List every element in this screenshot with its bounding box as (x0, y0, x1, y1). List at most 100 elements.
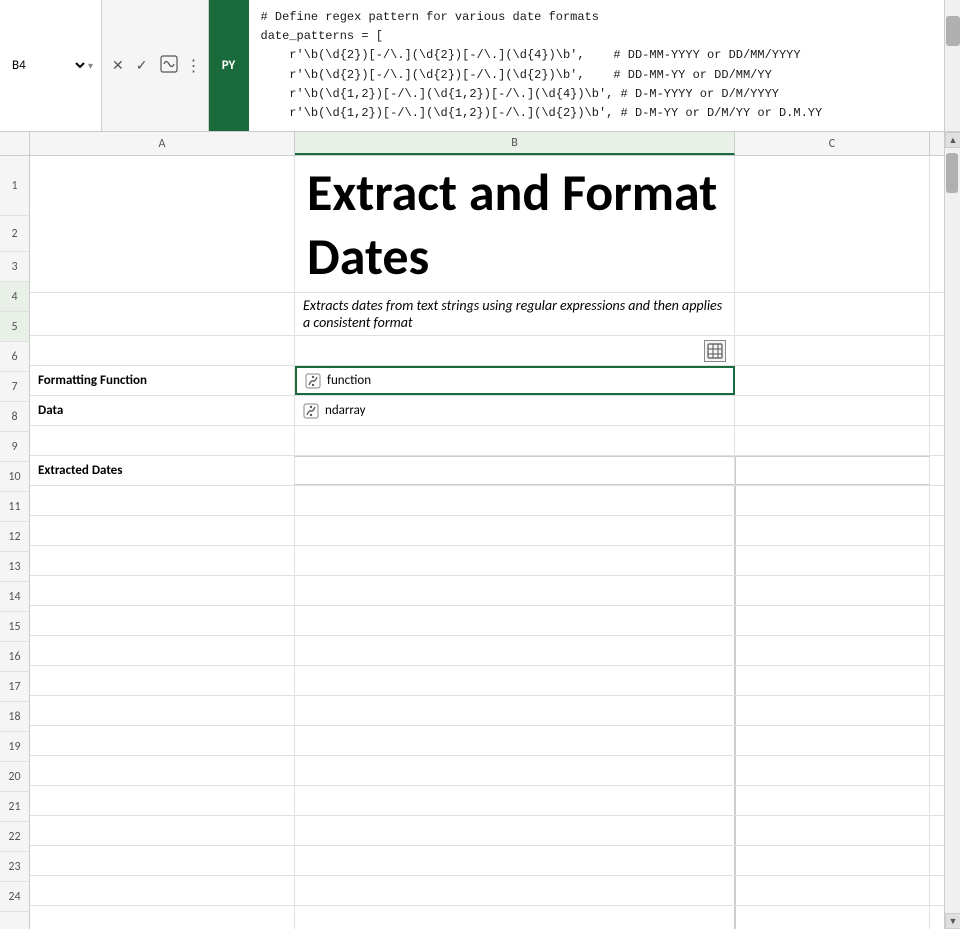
grid-row-3 (30, 336, 944, 366)
cell-c8[interactable] (735, 486, 930, 515)
cell-c11[interactable] (735, 576, 930, 605)
grid-row-4: Formatting Function function (30, 366, 944, 396)
cell-a16[interactable] (30, 726, 295, 755)
cell-c20[interactable] (735, 846, 930, 875)
cell-a13[interactable] (30, 636, 295, 665)
cell-b5[interactable]: ndarray (295, 396, 735, 425)
grid-row-9 (30, 516, 944, 546)
grid-row-22 (30, 906, 944, 929)
cell-a11[interactable] (30, 576, 295, 605)
cell-c6[interactable] (735, 426, 930, 455)
cell-b16[interactable] (295, 726, 735, 755)
helper-icon-button[interactable] (704, 340, 726, 362)
cell-b10[interactable] (295, 546, 735, 575)
cell-a12[interactable] (30, 606, 295, 635)
cell-a9[interactable] (30, 516, 295, 545)
cell-b21[interactable] (295, 876, 735, 905)
cell-a19[interactable] (30, 816, 295, 845)
cell-a20[interactable] (30, 846, 295, 875)
cell-c17[interactable] (735, 756, 930, 785)
cell-a5[interactable]: Data (30, 396, 295, 425)
cell-b13[interactable] (295, 636, 735, 665)
grid-rows: Extract and Format DatesExtracts dates f… (30, 156, 944, 929)
row-num-20: 20 (0, 762, 29, 792)
cell-b7[interactable] (295, 456, 735, 485)
row-num-18: 18 (0, 702, 29, 732)
cell-c14[interactable] (735, 666, 930, 695)
cell-c18[interactable] (735, 786, 930, 815)
cell-c5[interactable] (735, 396, 930, 425)
cell-b22[interactable] (295, 906, 735, 929)
chevron-down-icon: ▾ (88, 59, 93, 72)
cell-a2[interactable] (30, 293, 295, 335)
cell-b18[interactable] (295, 786, 735, 815)
cell-c10[interactable] (735, 546, 930, 575)
app-container: B4 ▾ ✕ ✓ ⋮ PY # Define regex pattern for… (0, 0, 960, 929)
row-num-21: 21 (0, 792, 29, 822)
cell-b14[interactable] (295, 666, 735, 695)
grid-row-16 (30, 726, 944, 756)
cell-a3[interactable] (30, 336, 295, 365)
formula-scroll-thumb[interactable] (946, 16, 960, 46)
cell-a15[interactable] (30, 696, 295, 725)
cell-c19[interactable] (735, 816, 930, 845)
cell-c13[interactable] (735, 636, 930, 665)
cell-b17[interactable] (295, 756, 735, 785)
cell-b20[interactable] (295, 846, 735, 875)
grid-row-8 (30, 486, 944, 516)
row-num-1: 1 (0, 156, 29, 216)
grid-row-5: Data ndarray (30, 396, 944, 426)
cell-a21[interactable] (30, 876, 295, 905)
cell-a6[interactable] (30, 426, 295, 455)
cell-a10[interactable] (30, 546, 295, 575)
cell-ref-box[interactable]: B4 ▾ (0, 0, 102, 131)
cell-c4[interactable] (735, 366, 930, 395)
cell-c9[interactable] (735, 516, 930, 545)
cell-a14[interactable] (30, 666, 295, 695)
row-num-22: 22 (0, 822, 29, 852)
cell-b5-value: ndarray (325, 403, 366, 418)
cell-a18[interactable] (30, 786, 295, 815)
cell-b1[interactable]: Extract and Format Dates (295, 156, 735, 292)
cell-a4[interactable]: Formatting Function (30, 366, 295, 395)
cell-b11[interactable] (295, 576, 735, 605)
cell-c12[interactable] (735, 606, 930, 635)
cell-c7[interactable] (735, 456, 930, 485)
scroll-up-arrow[interactable]: ▲ (945, 132, 960, 148)
row-num-9: 9 (0, 432, 29, 462)
row-num-15: 15 (0, 612, 29, 642)
function-wizard-button[interactable] (156, 53, 182, 78)
cell-a1[interactable] (30, 156, 295, 292)
cell-ref-select[interactable]: B4 (8, 57, 88, 74)
grid-row-6 (30, 426, 944, 456)
cell-a22[interactable] (30, 906, 295, 929)
cell-c16[interactable] (735, 726, 930, 755)
cell-b2[interactable]: Extracts dates from text strings using r… (295, 293, 735, 335)
cell-c21[interactable] (735, 876, 930, 905)
cell-c1[interactable] (735, 156, 930, 292)
scroll-thumb[interactable] (946, 153, 958, 193)
cell-b8[interactable] (295, 486, 735, 515)
cell-b12[interactable] (295, 606, 735, 635)
cell-b3[interactable] (295, 336, 735, 365)
col-headers-row: A B C (0, 132, 944, 156)
cell-c22[interactable] (735, 906, 930, 929)
cell-a8[interactable] (30, 486, 295, 515)
scrollbar-right[interactable]: ▲ ▼ (944, 132, 960, 929)
confirm-formula-button[interactable]: ✓ (132, 55, 152, 76)
scroll-down-arrow[interactable]: ▼ (945, 913, 960, 929)
cell-c3[interactable] (735, 336, 930, 365)
cell-b9[interactable] (295, 516, 735, 545)
cell-a7[interactable]: Extracted Dates (30, 456, 295, 485)
cell-a17[interactable] (30, 756, 295, 785)
cell-b19[interactable] (295, 816, 735, 845)
row-num-12: 12 (0, 522, 29, 552)
formula-scrollbar[interactable] (944, 0, 960, 131)
cancel-formula-button[interactable]: ✕ (108, 55, 128, 76)
cell-b4[interactable]: function (295, 366, 735, 395)
formula-content[interactable]: # Define regex pattern for various date … (249, 0, 945, 131)
cell-b15[interactable] (295, 696, 735, 725)
cell-c15[interactable] (735, 696, 930, 725)
cell-c2[interactable] (735, 293, 930, 335)
cell-b6[interactable] (295, 426, 735, 455)
